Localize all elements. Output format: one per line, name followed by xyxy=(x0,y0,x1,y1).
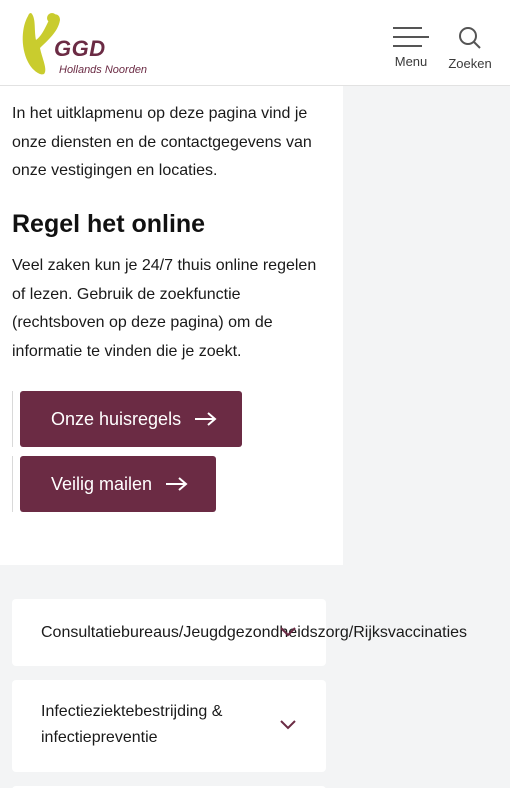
search-button[interactable]: Zoeken xyxy=(446,26,494,71)
divider xyxy=(12,456,13,512)
menu-button[interactable]: Menu xyxy=(391,26,431,69)
chevron-down-icon xyxy=(280,720,296,730)
menu-label: Menu xyxy=(394,54,428,69)
search-label: Zoeken xyxy=(448,56,492,71)
logo-subtitle: Hollands Noorden xyxy=(59,64,148,76)
intro-text: In het uitklapmenu op deze pagina vind j… xyxy=(12,105,312,179)
house-rules-label: Onze huisregels xyxy=(51,408,182,429)
search-icon xyxy=(459,27,481,49)
site-header: GGD Hollands Noorden Menu Zoeken xyxy=(0,0,510,86)
logo-name: GGD xyxy=(54,36,106,61)
main-content: In het uitklapmenu op deze pagina vind j… xyxy=(0,86,343,565)
secure-mail-button[interactable]: Veilig mailen xyxy=(20,456,216,512)
chevron-down-icon xyxy=(280,627,296,637)
arrow-right-icon xyxy=(166,477,188,491)
accordion-label: Consultatiebureaus/Jeugdgezondheidszorg/… xyxy=(41,624,468,641)
section-heading: Regel het online xyxy=(12,210,206,238)
divider xyxy=(12,391,13,447)
house-rules-button[interactable]: Onze huisregels xyxy=(20,391,242,447)
accordion-item-infectieziektebestrijding[interactable]: Infectieziektebestrijding & infectieprev… xyxy=(12,680,326,772)
arrow-right-icon xyxy=(195,412,217,426)
online-paragraph: Veel zaken kun je 24/7 thuis online rege… xyxy=(12,257,317,360)
ggd-logo[interactable]: GGD Hollands Noorden xyxy=(18,10,158,78)
accordion-item-consultatiebureaus[interactable]: Consultatiebureaus/Jeugdgezondheidszorg/… xyxy=(12,599,467,666)
secure-mail-label: Veilig mailen xyxy=(51,473,153,494)
hamburger-menu-icon xyxy=(393,27,429,47)
accordion-label: Infectieziektebestrijding & infectieprev… xyxy=(41,703,223,746)
